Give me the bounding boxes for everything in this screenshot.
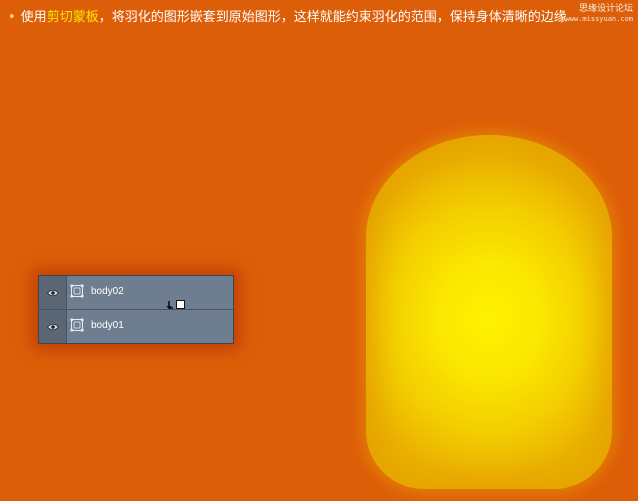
- smart-object-thumbnail-icon: [70, 284, 84, 298]
- visibility-toggle-body02[interactable]: [39, 276, 67, 309]
- smart-object-thumbnail-icon: [70, 318, 84, 332]
- layer-row-body01[interactable]: body01: [39, 310, 233, 343]
- bullet-point: •: [8, 10, 16, 25]
- feathered-capsule-shape[interactable]: [366, 135, 612, 489]
- eye-icon: [46, 289, 59, 296]
- layers-panel: body02 body01: [38, 275, 234, 344]
- instruction-highlight: 剪切蒙板: [46, 10, 99, 25]
- site-watermark: 思缘设计论坛 www.missyuan.com: [467, 4, 633, 24]
- visibility-toggle-body01[interactable]: [39, 310, 67, 343]
- layer-row-body02[interactable]: body02: [39, 276, 233, 310]
- watermark-url: www.missyuan.com: [565, 15, 633, 23]
- layer-name-body02[interactable]: body02: [91, 285, 124, 299]
- watermark-cn: 思缘设计论坛: [578, 4, 633, 14]
- eye-icon: [46, 323, 59, 330]
- layer-name-body01[interactable]: body01: [91, 319, 124, 333]
- instruction-prefix: 使用: [20, 10, 47, 25]
